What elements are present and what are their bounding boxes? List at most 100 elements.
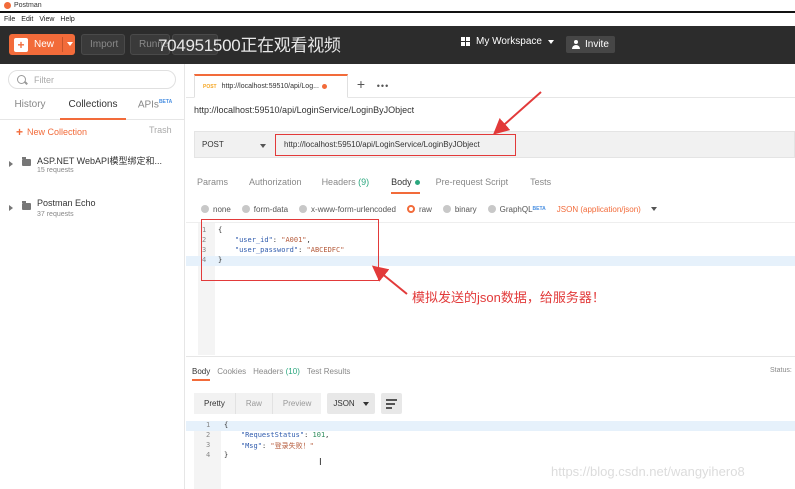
- collection-name: Postman Echo: [37, 198, 96, 208]
- radio-selected-icon: [406, 205, 415, 213]
- wrap-lines-icon[interactable]: [380, 393, 402, 414]
- response-tabs: Body Cookies Headers (10) Test Results: [186, 363, 357, 381]
- import-button-label: Import: [90, 39, 119, 50]
- menu-edit[interactable]: Edit: [21, 16, 33, 23]
- tab-authorization[interactable]: Authorization: [249, 170, 302, 194]
- tab-body-label: Body: [391, 177, 412, 187]
- expand-arrow-icon[interactable]: [9, 161, 13, 167]
- new-collection-label: New Collection: [27, 127, 88, 137]
- radio-graphql-label: GraphQL: [499, 204, 533, 214]
- more-tabs-icon[interactable]: •••: [374, 76, 392, 96]
- tab-tests-label: Tests: [530, 177, 552, 187]
- response-headers-count: (10): [285, 367, 300, 376]
- menu-help[interactable]: Help: [60, 16, 74, 23]
- code-text: }: [224, 451, 229, 459]
- response-tab-cookies[interactable]: Cookies: [217, 363, 246, 381]
- radio-icon: [442, 205, 451, 213]
- new-collection-button[interactable]: + New Collection: [16, 125, 87, 139]
- response-tab-headers-label: Headers: [253, 367, 284, 376]
- collection-count: 37 requests: [37, 211, 74, 218]
- plus-icon: +: [14, 37, 28, 52]
- view-raw-button[interactable]: Raw: [235, 393, 273, 414]
- method-select[interactable]: POST: [202, 140, 224, 149]
- menu-file[interactable]: File: [4, 16, 15, 23]
- content-type-label: JSON (application/json): [556, 204, 641, 214]
- radio-none[interactable]: none: [201, 205, 231, 214]
- response-tab-test-results[interactable]: Test Results: [307, 363, 351, 381]
- radio-graphql[interactable]: GraphQL BETA: [487, 204, 546, 214]
- response-tab-test-results-label: Test Results: [306, 367, 351, 376]
- radio-urlencoded-label: x-www-form-urlencoded: [311, 204, 396, 214]
- menu-bar: File Edit View Help: [0, 14, 75, 25]
- collection-item[interactable]: Postman Echo 37 requests: [0, 196, 184, 226]
- code-text: "RequestStatus": 101,: [240, 431, 330, 439]
- response-tab-cookies-label: Cookies: [217, 367, 247, 376]
- search-icon: [17, 75, 26, 84]
- radio-binary-label: binary: [454, 204, 477, 214]
- import-button[interactable]: Import: [81, 34, 125, 55]
- trash-link[interactable]: Trash: [149, 125, 172, 135]
- content-type-select[interactable]: JSON (application/json): [557, 205, 657, 214]
- viewer-watermark: 704951500正在观看视频: [158, 36, 341, 55]
- collection-item[interactable]: ASP.NET WebAPI模型绑定和... 15 requests: [0, 152, 184, 182]
- radio-binary[interactable]: binary: [442, 204, 477, 214]
- expand-arrow-icon[interactable]: [9, 205, 13, 211]
- invite-button-label: Invite: [585, 39, 609, 50]
- request-tab-method: POST: [203, 83, 217, 90]
- view-raw-label: Raw: [245, 399, 262, 408]
- json-value: "登录失败！": [270, 442, 314, 450]
- workspace-switcher[interactable]: My Workspace: [461, 36, 554, 47]
- new-button-label: New: [34, 39, 55, 50]
- tab-history[interactable]: History: [0, 94, 60, 120]
- format-select[interactable]: JSON: [327, 393, 375, 414]
- response-tab-headers[interactable]: Headers (10): [253, 363, 300, 381]
- chevron-down-icon: [650, 207, 657, 211]
- collection-name: ASP.NET WebAPI模型绑定和...: [37, 156, 163, 166]
- chevron-down-icon[interactable]: [67, 42, 73, 46]
- chevron-down-icon: [547, 39, 554, 44]
- beta-badge: BETA: [158, 99, 173, 105]
- filter-placeholder: Filter: [34, 74, 54, 85]
- filter-input[interactable]: Filter: [8, 70, 176, 89]
- sidebar: Filter History Collections APIsBETA + Ne…: [0, 64, 185, 489]
- new-tab-button[interactable]: +: [352, 76, 370, 96]
- json-key: "RequestStatus": [240, 431, 305, 439]
- text-cursor-icon: I: [319, 457, 322, 468]
- invite-button[interactable]: Invite: [566, 36, 615, 53]
- tab-pre-request-script[interactable]: Pre-request Script: [436, 170, 509, 194]
- url-bar: POST http://localhost:59510/api/LoginSer…: [194, 131, 795, 158]
- radio-icon: [487, 205, 496, 213]
- new-button[interactable]: + New: [9, 34, 75, 55]
- view-preview-label: Preview: [282, 399, 312, 408]
- tab-body[interactable]: Body: [391, 170, 420, 194]
- menu-view[interactable]: View: [39, 16, 54, 23]
- view-pretty-button[interactable]: Pretty: [194, 393, 236, 414]
- tab-tests[interactable]: Tests: [530, 170, 551, 194]
- annotation-text: 模拟发送的json数据，给服务器！: [412, 290, 605, 305]
- tab-headers[interactable]: Headers (9): [322, 170, 370, 194]
- workspace-label: My Workspace: [476, 36, 542, 47]
- request-tab[interactable]: POST http://localhost:59510/api/Log...: [194, 74, 348, 98]
- response-tab-body[interactable]: Body: [192, 363, 211, 381]
- response-toolbar: Pretty Raw Preview JSON: [194, 393, 402, 414]
- tab-apis[interactable]: APIsBETA: [126, 94, 184, 120]
- radio-form-data[interactable]: form-data: [241, 205, 288, 214]
- radio-urlencoded[interactable]: x-www-form-urlencoded: [299, 205, 396, 214]
- radio-icon: [241, 205, 250, 213]
- request-title: http://localhost:59510/api/LoginService/…: [194, 105, 415, 115]
- code-text: {: [224, 421, 229, 429]
- response-tab-body-label: Body: [192, 367, 211, 376]
- tab-params[interactable]: Params: [197, 170, 228, 194]
- json-punct: ,: [325, 431, 330, 439]
- tab-collections[interactable]: Collections: [60, 94, 126, 120]
- chevron-down-icon[interactable]: [260, 144, 266, 148]
- radio-none-label: none: [213, 204, 231, 214]
- code-text: "Msg": "登录失败！": [240, 442, 314, 450]
- code-line: 1{: [186, 421, 795, 431]
- radio-raw[interactable]: raw: [406, 205, 432, 214]
- folder-icon: [22, 157, 31, 166]
- request-tabs: Params Authorization Headers (9) Body Pr…: [186, 170, 795, 194]
- line-number: 4: [206, 451, 211, 459]
- view-preview-button[interactable]: Preview: [272, 393, 322, 414]
- tab-authorization-label: Authorization: [249, 177, 302, 187]
